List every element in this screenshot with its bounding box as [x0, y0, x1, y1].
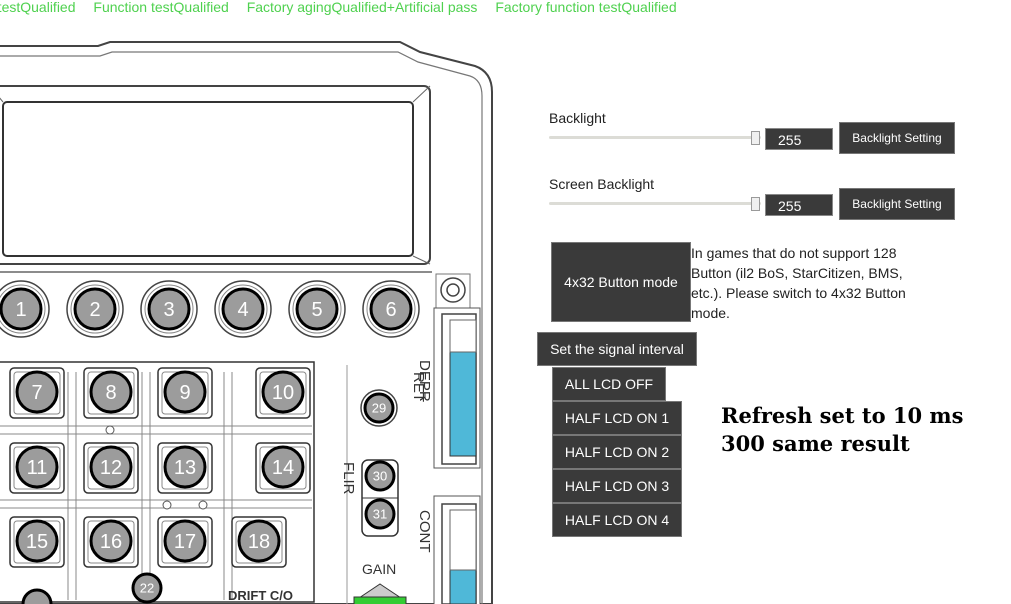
screen-backlight-label: Screen Backlight [549, 176, 655, 192]
hardware-button-15[interactable]: 15 [15, 519, 59, 563]
hardware-button-22[interactable]: 22 [131, 572, 163, 604]
hardware-button-29[interactable]: 29 [363, 392, 395, 424]
button-number: 7 [31, 382, 42, 404]
hardware-button-9[interactable]: 9 [163, 370, 207, 414]
hardware-button-13[interactable]: 13 [163, 445, 207, 489]
cont-level-bar [449, 569, 477, 604]
button-number: 3 [163, 299, 174, 321]
hardware-button-14[interactable]: 14 [261, 445, 305, 489]
hardware-button-partial[interactable] [21, 588, 53, 604]
hardware-button-6[interactable]: 6 [369, 287, 413, 331]
lcd-screen [2, 101, 414, 257]
hardware-button-3[interactable]: 3 [147, 287, 191, 331]
hardware-button-1[interactable]: 1 [0, 287, 43, 331]
hardware-button-11[interactable]: 11 [15, 445, 59, 489]
hardware-button-31[interactable]: 31 [364, 498, 396, 530]
annotation-note: Refresh set to 10 ms 300 same result [721, 402, 963, 458]
button-number: 14 [272, 457, 294, 479]
depr-level-bar [449, 351, 477, 457]
backlight-value[interactable]: 255 [765, 128, 833, 150]
button-number: 10 [272, 382, 294, 404]
status-item: Factory function testQualified [495, 0, 677, 15]
hardware-button-30[interactable]: 30 [364, 460, 396, 492]
label-depr: DEPR [416, 360, 433, 402]
annotation-line: 300 same result [721, 431, 910, 456]
half-lcd-on-1-button[interactable]: HALF LCD ON 1 [552, 401, 682, 435]
hardware-button-18[interactable]: 18 [237, 519, 281, 563]
button-number: 5 [311, 299, 322, 321]
button-number: 2 [89, 299, 100, 321]
hardware-button-10[interactable]: 10 [261, 370, 305, 414]
label-drift: DRIFT C/O [228, 588, 293, 603]
screen-backlight-slider[interactable] [549, 197, 761, 211]
hardware-button-2[interactable]: 2 [73, 287, 117, 331]
button-number: 6 [385, 299, 396, 321]
button-number: 12 [100, 457, 122, 479]
button-number: 9 [179, 382, 190, 404]
button-number: 31 [373, 507, 387, 522]
hardware-button-8[interactable]: 8 [89, 370, 133, 414]
button-number: 1 [15, 299, 26, 321]
button-number: 29 [372, 401, 386, 416]
hardware-button-5[interactable]: 5 [295, 287, 339, 331]
signal-interval-button[interactable]: Set the signal interval [537, 332, 697, 366]
label-gain: GAIN [362, 561, 396, 577]
button-number: 15 [26, 531, 48, 553]
hardware-button-4[interactable]: 4 [221, 287, 265, 331]
mode-description: In games that do not support 128 Button … [691, 245, 906, 321]
button-number: 11 [27, 457, 48, 479]
backlight-label: Backlight [549, 110, 606, 126]
half-lcd-on-2-button[interactable]: HALF LCD ON 2 [552, 435, 682, 469]
annotation-line: Refresh set to 10 ms [721, 403, 964, 428]
screen-backlight-slider-thumb[interactable] [751, 197, 760, 211]
button-number: 18 [248, 531, 270, 553]
button-number: 4 [237, 299, 248, 321]
button-number: 22 [140, 581, 154, 596]
button-number: 16 [100, 531, 122, 553]
backlight-setting-button[interactable]: Backlight Setting [839, 122, 955, 154]
button-mode-4x32[interactable]: 4x32 Button mode [551, 242, 691, 322]
backlight-slider-thumb[interactable] [751, 131, 760, 145]
backlight-slider[interactable] [549, 131, 761, 145]
device-panel: RET DEPR FLIR CONT GAIN DRIFT C/O 123456… [0, 41, 493, 604]
label-cont: CONT [416, 510, 433, 553]
hardware-button-16[interactable]: 16 [89, 519, 133, 563]
hardware-button-12[interactable]: 12 [89, 445, 133, 489]
screen-backlight-value[interactable]: 255 [765, 194, 833, 216]
button-number: 8 [105, 382, 116, 404]
hardware-button-7[interactable]: 7 [15, 370, 59, 414]
half-lcd-on-3-button[interactable]: HALF LCD ON 3 [552, 469, 682, 503]
button-number: 17 [174, 531, 196, 553]
button-number: 13 [174, 457, 196, 479]
button-number: 30 [373, 469, 387, 484]
all-lcd-off-button[interactable]: ALL LCD OFF [552, 367, 666, 401]
label-flir: FLIR [340, 462, 357, 495]
half-lcd-on-4-button[interactable]: HALF LCD ON 4 [552, 503, 682, 537]
screen-backlight-setting-button[interactable]: Backlight Setting [839, 188, 955, 220]
hardware-button-17[interactable]: 17 [163, 519, 207, 563]
